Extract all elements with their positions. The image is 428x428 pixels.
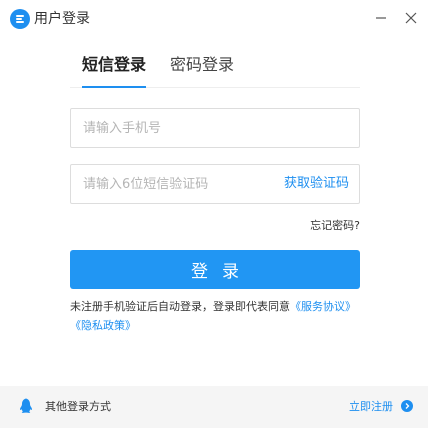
close-button[interactable] [399, 6, 423, 30]
agreement-text: 未注册手机验证后自动登录，登录即代表同意《服务协议》《隐私政策》 [70, 297, 362, 335]
tab-sms-login[interactable]: 短信登录 [82, 54, 146, 76]
minimize-icon [376, 17, 386, 19]
other-login-methods[interactable]: 其他登录方式 [45, 400, 111, 414]
phone-field [70, 108, 360, 148]
privacy-policy-link[interactable]: 《隐私政策》 [70, 319, 136, 332]
agreement-statement: 未注册手机验证后自动登录，登录即代表同意 [70, 300, 290, 313]
register-link[interactable]: 立即注册 [349, 400, 393, 414]
app-logo-icon [10, 9, 30, 29]
window-title: 用户登录 [34, 11, 90, 27]
chevron-right-icon [405, 403, 410, 409]
tab-password-login[interactable]: 密码登录 [170, 54, 234, 76]
code-field: 获取验证码 [70, 164, 360, 204]
get-code-button[interactable]: 获取验证码 [284, 176, 349, 192]
title-bar: 用户登录 [0, 0, 428, 40]
sms-code-input[interactable] [83, 165, 273, 203]
active-tab-indicator [82, 86, 146, 88]
login-tabs: 短信登录 密码登录 [70, 48, 360, 88]
forgot-password-link[interactable]: 忘记密码? [290, 219, 360, 233]
minimize-button[interactable] [369, 6, 393, 30]
register-arrow-button[interactable] [401, 400, 413, 412]
close-icon [405, 12, 417, 24]
login-button[interactable]: 登录 [70, 250, 360, 289]
qq-penguin-icon[interactable] [18, 397, 36, 415]
footer-bar: 其他登录方式 立即注册 [0, 386, 428, 428]
phone-input[interactable] [83, 109, 349, 147]
service-agreement-link[interactable]: 《服务协议》 [290, 300, 356, 313]
